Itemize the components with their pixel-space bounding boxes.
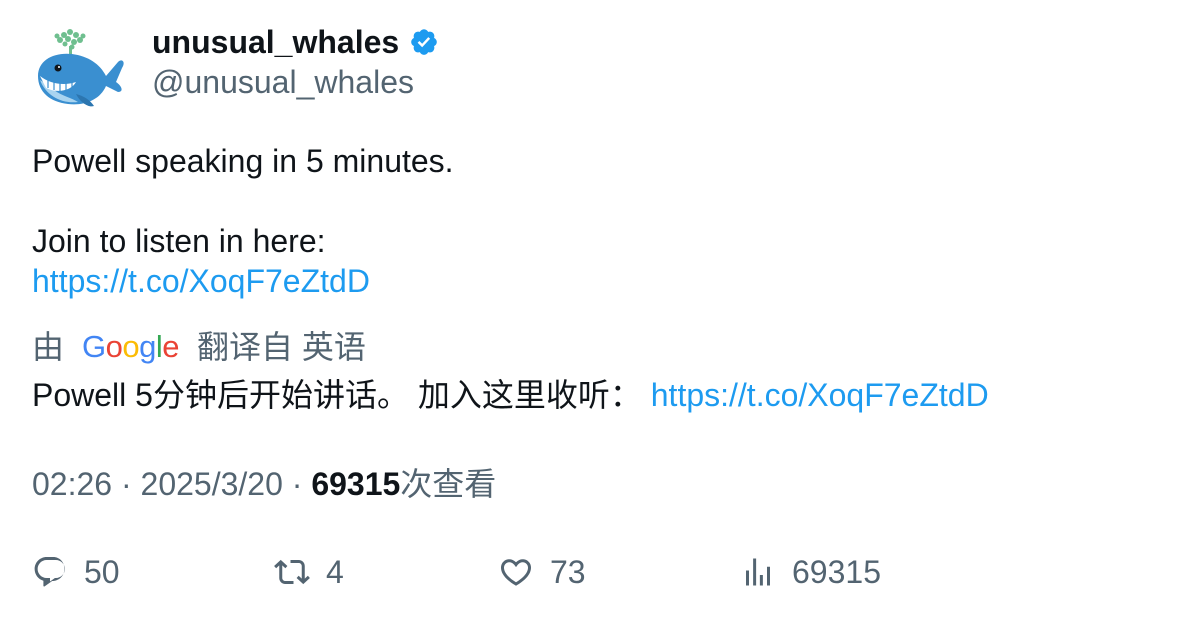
avatar[interactable] xyxy=(32,24,126,114)
tweet-meta: 02:26 · 2025/3/20 · 69315次查看 xyxy=(32,464,496,504)
translation-prefix: 由 xyxy=(32,329,65,365)
translation-attribution: 由 Google 翻译自 英语 xyxy=(32,327,366,367)
tweet-spacer xyxy=(32,181,454,221)
heart-icon xyxy=(500,559,532,586)
tweet-link[interactable]: https://t.co/XoqF7eZtdD xyxy=(32,263,370,299)
tweet-body: Powell speaking in 5 minutes. Join to li… xyxy=(32,141,454,301)
meta-separator: · xyxy=(282,466,312,502)
tweet-time[interactable]: 02:26 xyxy=(32,466,112,502)
author-display-name[interactable]: unusual_whales xyxy=(152,22,399,62)
reply-icon xyxy=(34,557,65,587)
repost-icon xyxy=(274,559,310,585)
google-logo: Google xyxy=(82,329,180,364)
translated-link[interactable]: https://t.co/XoqF7eZtdD xyxy=(651,377,989,413)
views-stat: 69315 xyxy=(792,554,881,590)
repost-button[interactable]: 4 xyxy=(274,552,344,592)
like-button[interactable]: 73 xyxy=(498,552,586,592)
translated-text: Powell 5分钟后开始讲话。 加入这里收听： https://t.co/Xo… xyxy=(32,375,989,415)
translated-body: Powell 5分钟后开始讲话。 加入这里收听： xyxy=(32,377,642,413)
like-count: 73 xyxy=(550,554,586,590)
author-name-row: unusual_whales xyxy=(152,22,439,62)
tweet-date[interactable]: 2025/3/20 xyxy=(141,466,283,502)
tweet-line: Powell speaking in 5 minutes. xyxy=(32,143,454,179)
views-count: 69315 xyxy=(311,466,401,502)
whale-icon xyxy=(38,29,124,107)
views-label: 次查看 xyxy=(400,466,497,502)
verified-badge-icon xyxy=(411,29,437,55)
translation-suffix[interactable]: 翻译自 英语 xyxy=(197,327,366,367)
repost-count: 4 xyxy=(326,554,344,590)
bar-chart-icon xyxy=(746,558,770,586)
tweet-line: Join to listen in here: xyxy=(32,223,326,259)
author-handle[interactable]: @unusual_whales xyxy=(152,62,414,102)
reply-button[interactable]: 50 xyxy=(32,552,120,592)
reply-count: 50 xyxy=(84,554,120,590)
meta-separator: · xyxy=(112,466,141,502)
views-button[interactable]: 69315 xyxy=(740,552,881,592)
